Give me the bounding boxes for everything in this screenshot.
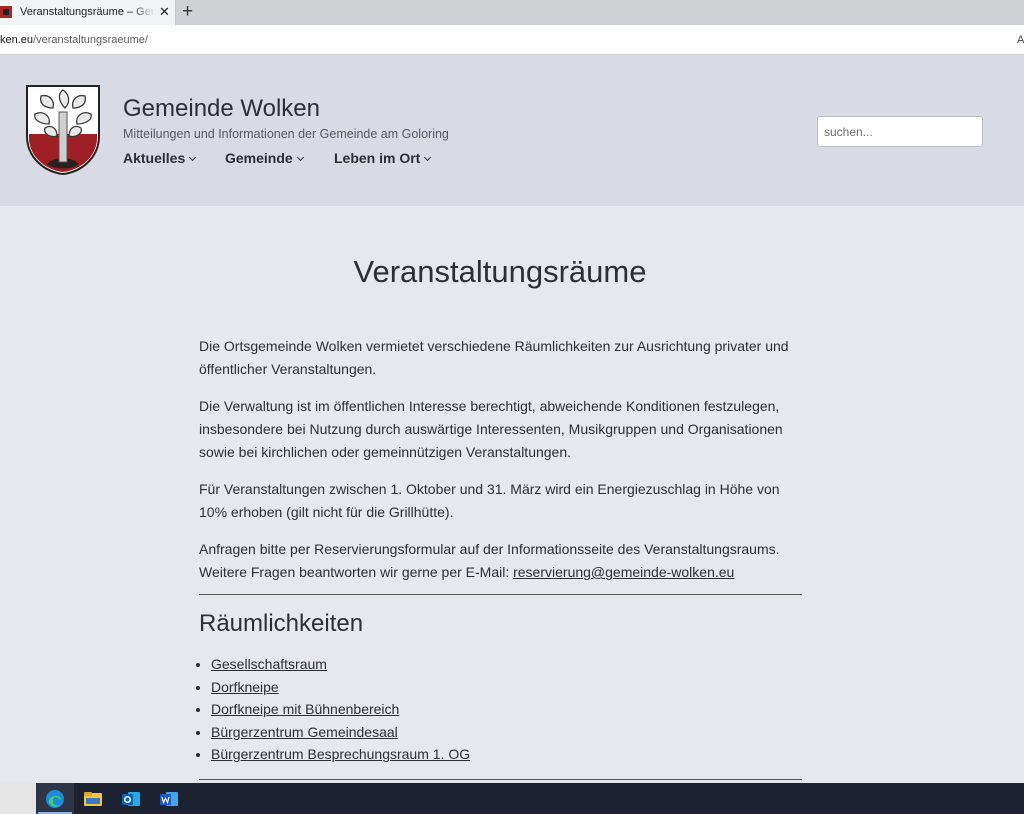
paragraph: Für Veranstaltungen zwischen 1. Oktober … <box>199 481 780 520</box>
email-link[interactable]: reservierung@gemeinde-wolken.eu <box>513 564 734 580</box>
site-favicon-icon <box>0 6 12 18</box>
nav-item-label: Aktuelles <box>123 150 186 166</box>
room-link-besprechungsraum[interactable]: Bürgerzentrum Besprechungsraum 1. OG <box>211 746 470 762</box>
room-link-dorfkneipe-buehne[interactable]: Dorfkneipe mit Bühnenbereich <box>211 701 399 717</box>
address-bar[interactable]: ken.eu/veranstaltungsraeume/ A <box>0 25 1024 55</box>
paragraph: Die Ortsgemeinde Wolken vermietet versch… <box>199 338 789 377</box>
chevron-down-icon <box>296 153 304 162</box>
intro-text: Die Ortsgemeinde Wolken vermietet versch… <box>199 335 803 598</box>
site-title[interactable]: Gemeinde Wolken <box>123 95 320 123</box>
tab-title: Veranstaltungsräume – Gemeinde Wolken <box>20 6 155 18</box>
browser-tab[interactable]: Veranstaltungsräume – Gemeinde Wolken ✕ <box>0 0 176 25</box>
nav-item-gemeinde[interactable]: Gemeinde <box>225 150 304 166</box>
room-link-dorfkneipe[interactable]: Dorfkneipe <box>211 679 279 695</box>
room-link-gemeindesaal[interactable]: Bürgerzentrum Gemeindesaal <box>211 724 398 740</box>
taskbar-app-edge[interactable] <box>36 783 74 814</box>
page-title: Veranstaltungsräume <box>353 254 647 289</box>
url-text[interactable]: ken.eu/veranstaltungsraeume/ <box>0 34 148 46</box>
rooms-heading: Räumlichkeiten <box>199 610 364 637</box>
taskbar-app-explorer[interactable] <box>74 783 112 814</box>
browser-tabstrip: Veranstaltungsräume – Gemeinde Wolken ✕ … <box>0 0 1024 25</box>
new-tab-button[interactable]: + <box>182 1 193 23</box>
nav-item-leben-im-ort[interactable]: Leben im Ort <box>334 150 432 166</box>
close-tab-icon[interactable]: ✕ <box>159 4 170 20</box>
site-tagline: Mitteilungen und Informationen der Gemei… <box>123 127 449 141</box>
reader-mode-icon[interactable]: A <box>1017 34 1024 46</box>
taskbar-app-outlook[interactable] <box>112 783 150 814</box>
contact-paragraph: Anfragen bitte per Reservierungsformular… <box>199 538 803 584</box>
file-explorer-icon <box>84 792 102 806</box>
paragraph: Die Verwaltung ist im öffentlichen Inter… <box>199 398 783 460</box>
list-item: Gesellschaftsraum <box>211 653 470 676</box>
room-link-gesellschaftsraum[interactable]: Gesellschaftsraum <box>211 656 327 672</box>
chevron-down-icon <box>189 153 197 162</box>
outlook-icon <box>122 792 140 806</box>
nav-item-aktuelles[interactable]: Aktuelles <box>123 150 197 166</box>
list-item: Bürgerzentrum Gemeindesaal <box>211 721 470 744</box>
list-item: Dorfkneipe mit Bühnenbereich <box>211 698 470 721</box>
nav-item-label: Leben im Ort <box>334 150 421 166</box>
url-host: ken.eu <box>0 34 34 46</box>
chevron-down-icon <box>424 153 432 162</box>
coat-of-arms-logo[interactable] <box>25 84 101 176</box>
list-item: Bürgerzentrum Besprechungsraum 1. OG <box>211 743 470 766</box>
search-input[interactable] <box>817 116 983 147</box>
divider <box>199 779 802 780</box>
divider <box>199 594 802 595</box>
taskbar-search-area[interactable] <box>0 783 36 814</box>
word-icon <box>160 792 178 806</box>
list-item: Dorfkneipe <box>211 676 470 699</box>
url-path: /veranstaltungsraeume/ <box>33 34 148 46</box>
taskbar <box>0 783 1024 814</box>
taskbar-app-word[interactable] <box>150 783 188 814</box>
nav-item-label: Gemeinde <box>225 150 293 166</box>
rooms-list: Gesellschaftsraum Dorfkneipe Dorfkneipe … <box>193 653 470 766</box>
edge-icon <box>46 790 64 808</box>
